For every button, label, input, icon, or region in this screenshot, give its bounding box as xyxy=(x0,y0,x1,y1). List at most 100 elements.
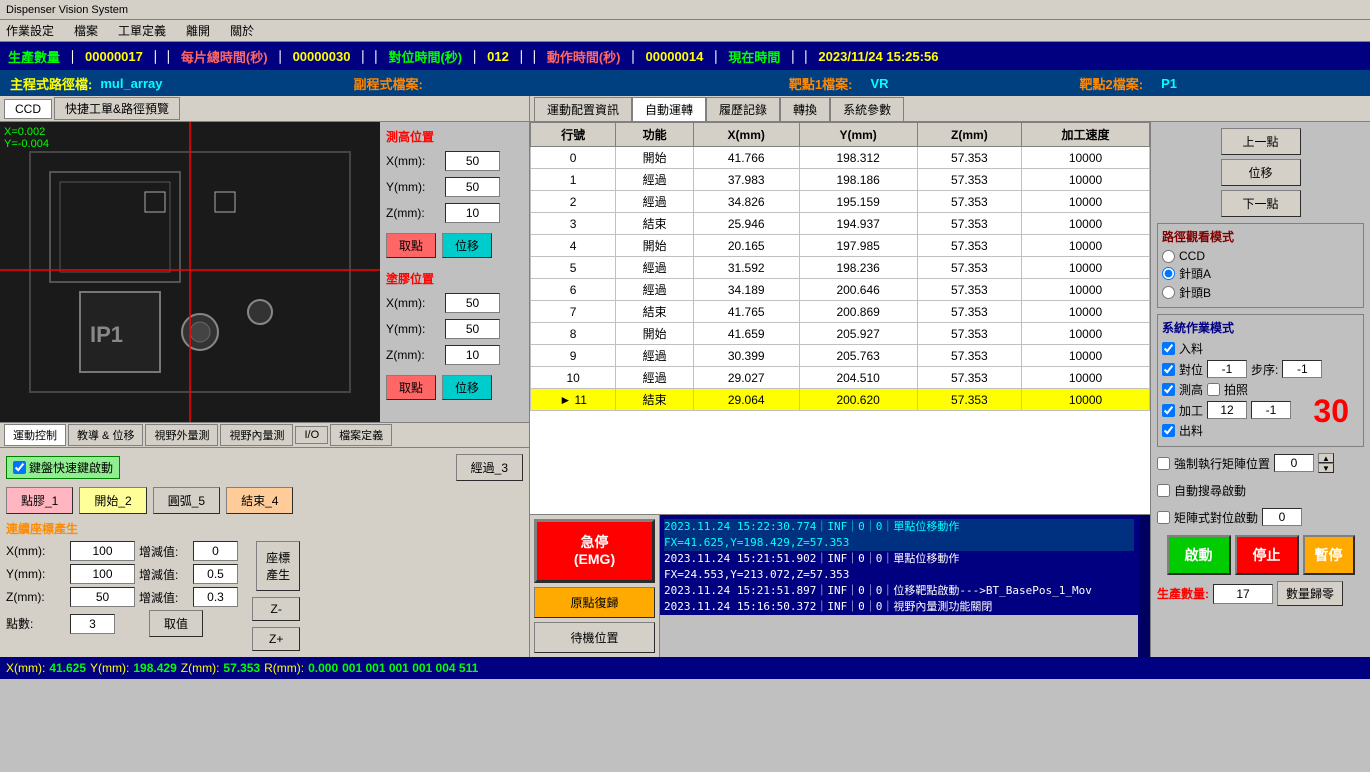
prod-count-row: 生產數量: 數量歸零 xyxy=(1157,581,1364,606)
apply-z-input[interactable] xyxy=(445,345,500,365)
cg-incx-input[interactable] xyxy=(193,541,238,561)
table-row[interactable]: 9經過30.399205.76357.35310000 xyxy=(531,345,1150,367)
tab-convert[interactable]: 轉換 xyxy=(780,97,830,121)
align-step-input[interactable] xyxy=(1207,360,1247,378)
table-row[interactable]: 1經過37.983198.18657.35310000 xyxy=(531,169,1150,191)
check-force[interactable] xyxy=(1157,457,1170,470)
btn-start[interactable]: 啟動 xyxy=(1167,535,1231,575)
btn-pause[interactable]: 暫停 xyxy=(1303,535,1355,575)
menu-item-workorder[interactable]: 工單定義 xyxy=(118,22,166,39)
tab-io[interactable]: I/O xyxy=(295,426,328,444)
tab-quick-workorder[interactable]: 快捷工單&路徑預覽 xyxy=(54,97,180,120)
tab-history[interactable]: 履歷記錄 xyxy=(706,97,780,121)
btn-standby[interactable]: 待機位置 xyxy=(534,622,655,653)
prod-count-input[interactable] xyxy=(1213,584,1273,604)
cg-incy-input[interactable] xyxy=(193,564,238,584)
cg-count-input[interactable] xyxy=(70,614,115,634)
app-title: Dispenser Vision System xyxy=(6,4,128,16)
btn-move-point[interactable]: 位移 xyxy=(1221,159,1301,186)
sb-y-value: 198.429 xyxy=(133,661,176,675)
btn-prev-point[interactable]: 上一點 xyxy=(1221,128,1301,155)
cg-incz-label: 增減值: xyxy=(139,589,189,606)
tab-outer-measure[interactable]: 視野外量測 xyxy=(145,424,218,446)
tab-teach-move[interactable]: 教導 & 位移 xyxy=(68,424,143,446)
check-photo[interactable] xyxy=(1207,383,1220,396)
btn-coord-gen[interactable]: 座標 產生 xyxy=(256,541,300,591)
btn-z-minus[interactable]: Z- xyxy=(252,597,300,621)
btn-reset-count[interactable]: 數量歸零 xyxy=(1277,581,1343,606)
matrix-input[interactable] xyxy=(1262,508,1302,526)
check-align[interactable] xyxy=(1162,363,1175,376)
table-row[interactable]: 10經過29.027204.51057.35310000 xyxy=(531,367,1150,389)
tab-auto-run[interactable]: 自動運轉 xyxy=(632,97,706,121)
check-out[interactable] xyxy=(1162,424,1175,437)
title-bar: Dispenser Vision System xyxy=(0,0,1370,20)
log-area: 2023.11.24 15:22:30.774｜INF｜0｜0｜單點位移動作FX… xyxy=(660,515,1138,615)
btn-end4[interactable]: 結束_4 xyxy=(226,487,293,514)
btn-restore[interactable]: 原點復歸 xyxy=(534,587,655,618)
btn-pass3[interactable]: 經過_3 xyxy=(456,454,523,481)
process-input2[interactable] xyxy=(1251,401,1291,419)
measure-x-input[interactable] xyxy=(445,151,500,171)
btn-stop[interactable]: 停止 xyxy=(1235,535,1299,575)
check-process-label: 加工 xyxy=(1179,402,1203,419)
table-row[interactable]: 6經過34.189200.64657.35310000 xyxy=(531,279,1150,301)
apply-y-input[interactable] xyxy=(445,319,500,339)
table-row[interactable]: 8開始41.659205.92757.35310000 xyxy=(531,323,1150,345)
measure-z-input[interactable] xyxy=(445,203,500,223)
btn-emg[interactable]: 急停 (EMG) xyxy=(534,519,655,583)
btn-get-val[interactable]: 取值 xyxy=(149,610,203,637)
check-matrix-align[interactable] xyxy=(1157,511,1170,524)
ccd-tab-bar: CCD 快捷工單&路徑預覽 xyxy=(0,96,529,122)
cg-z-input[interactable] xyxy=(70,587,135,607)
cg-x-input[interactable] xyxy=(70,541,135,561)
apply-x-input[interactable] xyxy=(445,293,500,313)
tab-sys-params[interactable]: 系統參數 xyxy=(830,97,904,121)
tab-inner-measure[interactable]: 視野內量測 xyxy=(220,424,293,446)
cg-y-input[interactable] xyxy=(70,564,135,584)
menu-item-exit[interactable]: 離開 xyxy=(186,22,210,39)
process-input1[interactable] xyxy=(1207,401,1247,419)
btn-z-plus[interactable]: Z+ xyxy=(252,627,300,651)
check-auto-search[interactable] xyxy=(1157,484,1170,497)
target1-label: 靶點1檔案: xyxy=(789,74,853,93)
table-row[interactable]: ► 11結束29.064200.62057.35310000 xyxy=(531,389,1150,411)
measure-get-btn[interactable]: 取點 xyxy=(386,233,436,258)
btn-next-point[interactable]: 下一點 xyxy=(1221,190,1301,217)
btn-arc5[interactable]: 圓弧_5 xyxy=(153,487,220,514)
tab-ccd[interactable]: CCD xyxy=(4,99,52,119)
tab-motion-control[interactable]: 運動控制 xyxy=(4,424,66,446)
measure-y-input[interactable] xyxy=(445,177,500,197)
tab-motion-config[interactable]: 運動配置資訊 xyxy=(534,97,632,121)
table-row[interactable]: 0開始41.766198.31257.35310000 xyxy=(531,147,1150,169)
table-row[interactable]: 2經過34.826195.15957.35310000 xyxy=(531,191,1150,213)
tab-file-def[interactable]: 檔案定義 xyxy=(330,424,392,446)
force-input[interactable] xyxy=(1274,454,1314,472)
table-row[interactable]: 7結束41.765200.86957.35310000 xyxy=(531,301,1150,323)
check-height[interactable] xyxy=(1162,383,1175,396)
apply-y-label: Y(mm): xyxy=(386,322,441,336)
check-in[interactable] xyxy=(1162,342,1175,355)
step-input[interactable] xyxy=(1282,360,1322,378)
menu-item-settings[interactable]: 作業設定 xyxy=(6,22,54,39)
check-process[interactable] xyxy=(1162,404,1175,417)
apply-move-btn[interactable]: 位移 xyxy=(442,375,492,400)
menu-item-about[interactable]: 關於 xyxy=(230,22,254,39)
main-prog-value: mul_array xyxy=(100,76,162,91)
force-spin-down[interactable]: ▼ xyxy=(1318,463,1334,473)
table-row[interactable]: 4開始20.165197.98557.35310000 xyxy=(531,235,1150,257)
table-row[interactable]: 3結束25.946194.93757.35310000 xyxy=(531,213,1150,235)
force-spin-up[interactable]: ▲ xyxy=(1318,453,1334,463)
target1-value: VR xyxy=(870,76,888,91)
table-row[interactable]: 5經過31.592198.23657.35310000 xyxy=(531,257,1150,279)
btn-start2[interactable]: 開始_2 xyxy=(79,487,146,514)
radio-ccd[interactable] xyxy=(1162,250,1175,263)
measure-move-btn[interactable]: 位移 xyxy=(442,233,492,258)
radio-needle-a[interactable] xyxy=(1162,267,1175,280)
menu-item-file[interactable]: 檔案 xyxy=(74,22,98,39)
cg-incz-input[interactable] xyxy=(193,587,238,607)
apply-get-btn[interactable]: 取點 xyxy=(386,375,436,400)
keyboard-shortcut-check[interactable] xyxy=(13,461,26,474)
radio-needle-b[interactable] xyxy=(1162,286,1175,299)
btn-dispense1[interactable]: 點膠_1 xyxy=(6,487,73,514)
